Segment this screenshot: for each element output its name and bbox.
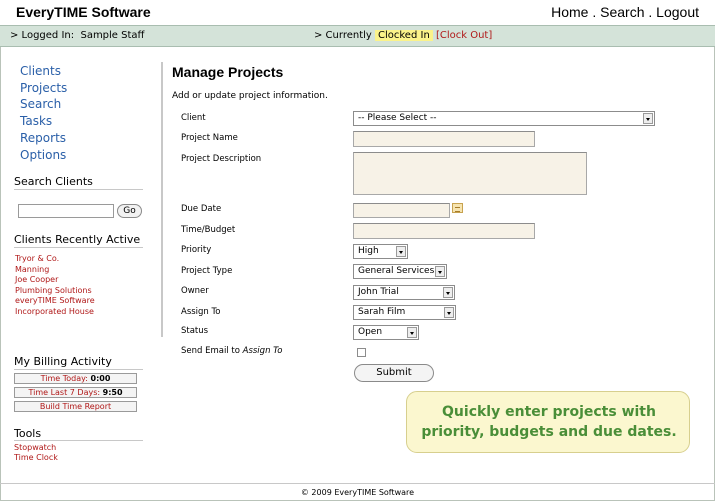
chevron-down-icon [396, 246, 406, 257]
owner-label: Owner [181, 286, 209, 296]
owner-select[interactable]: John Trial [353, 285, 455, 300]
status-label: Status [181, 326, 209, 336]
project-type-label: Project Type [181, 266, 233, 276]
status-select[interactable]: Open [353, 325, 419, 340]
top-nav: Home . Search . Logout [551, 4, 699, 20]
recent-client-link[interactable]: Joe Cooper [15, 275, 95, 286]
nav-tasks[interactable]: Tasks [20, 113, 67, 130]
recent-clients-list: Tryor & Co. Manning Joe Cooper Plumbing … [15, 254, 95, 318]
currently-label: > Currently [314, 30, 372, 41]
nav-projects[interactable]: Projects [20, 80, 67, 97]
time-today-value: 0:00 [90, 374, 111, 383]
build-report-button[interactable]: Build Time Report [14, 401, 137, 412]
nav-clients[interactable]: Clients [20, 63, 67, 80]
page-description: Add or update project information. [172, 91, 328, 101]
search-clients-input[interactable] [18, 204, 114, 218]
calendar-icon[interactable] [452, 203, 463, 213]
top-bar: EveryTIME Software Home . Search . Logou… [0, 0, 715, 25]
time-today-button[interactable]: Time Today: 0:00 [14, 373, 137, 384]
client-select-value: -- Please Select -- [358, 113, 437, 123]
footer-divider [0, 483, 715, 484]
project-description-label: Project Description [181, 154, 262, 164]
chevron-down-icon [643, 113, 653, 124]
stopwatch-link[interactable]: Stopwatch [14, 443, 58, 453]
main-nav: Clients Projects Search Tasks Reports Op… [20, 63, 67, 163]
clock-status: > Currently Clocked In [Clock Out] [314, 30, 492, 41]
time-week-label: Time Last 7 Days: [28, 388, 101, 397]
time-clock-link[interactable]: Time Clock [14, 453, 58, 463]
priority-select-value: High [358, 246, 379, 256]
billing-heading: My Billing Activity [14, 355, 112, 368]
logged-in-label: > Logged In: [10, 30, 75, 41]
nav-separator: . [648, 4, 653, 20]
divider [14, 369, 143, 370]
time-budget-label: Time/Budget [181, 225, 236, 235]
time-week-button[interactable]: Time Last 7 Days: 9:50 [14, 387, 137, 398]
recent-client-link[interactable]: everyTIME Software [15, 296, 95, 307]
recent-client-link[interactable]: Manning [15, 265, 95, 276]
build-report-label: Build Time Report [39, 402, 112, 411]
divider [14, 440, 143, 441]
assign-to-select-value: Sarah Film [358, 307, 406, 317]
time-week-value: 9:50 [102, 388, 123, 397]
feature-callout: Quickly enter projects with priority, bu… [406, 391, 690, 453]
search-clients-heading: Search Clients [14, 175, 93, 188]
chevron-down-icon [435, 266, 445, 277]
logged-in-status: > Logged In: Sample Staff [10, 30, 144, 41]
client-select[interactable]: -- Please Select -- [353, 111, 655, 126]
assign-to-label: Assign To [181, 307, 221, 317]
divider [14, 189, 143, 190]
callout-line-2: priority, budgets and due dates. [421, 424, 677, 440]
priority-select[interactable]: High [353, 244, 408, 259]
client-label: Client [181, 113, 206, 123]
app-title: EveryTIME Software [16, 4, 151, 20]
project-name-input[interactable] [353, 131, 535, 147]
recent-clients-heading: Clients Recently Active [14, 233, 141, 246]
send-email-label-emphasis: Assign To [242, 346, 283, 356]
recent-client-link[interactable]: Plumbing Solutions [15, 286, 95, 297]
chevron-down-icon [444, 307, 454, 318]
assign-to-select[interactable]: Sarah Film [353, 305, 456, 320]
home-link[interactable]: Home [551, 4, 588, 20]
project-name-label: Project Name [181, 133, 238, 143]
send-email-label: Send Email to Assign To [181, 346, 283, 356]
divider [14, 247, 143, 248]
sidebar: Clients Projects Search Tasks Reports Op… [0, 47, 160, 477]
nav-search[interactable]: Search [20, 96, 67, 113]
send-email-checkbox[interactable] [357, 348, 366, 357]
nav-separator: . [592, 4, 597, 20]
chevron-down-icon [407, 327, 417, 338]
logged-in-user: Sample Staff [80, 30, 145, 41]
chevron-down-icon [443, 287, 453, 298]
time-today-label: Time Today: [40, 374, 88, 383]
nav-options[interactable]: Options [20, 147, 67, 164]
due-date-label: Due Date [181, 204, 222, 214]
project-description-textarea[interactable] [353, 152, 587, 195]
logout-link[interactable]: Logout [656, 4, 699, 20]
due-date-input[interactable] [353, 203, 450, 218]
search-link[interactable]: Search [600, 4, 644, 20]
clocked-in-badge: Clocked In [375, 30, 433, 41]
project-type-select[interactable]: General Services [353, 264, 447, 279]
tools-list: Stopwatch Time Clock [14, 443, 58, 463]
recent-client-link[interactable]: Incorporated House [15, 307, 95, 318]
submit-button[interactable]: Submit [354, 364, 434, 382]
send-email-label-text: Send Email to [181, 346, 240, 356]
nav-reports[interactable]: Reports [20, 130, 67, 147]
go-button[interactable]: Go [117, 204, 142, 218]
status-select-value: Open [358, 327, 383, 337]
vertical-divider [161, 62, 163, 337]
status-bar: > Logged In: Sample Staff > Currently Cl… [0, 25, 715, 47]
page-title: Manage Projects [172, 64, 284, 80]
recent-client-link[interactable]: Tryor & Co. [15, 254, 95, 265]
owner-select-value: John Trial [358, 287, 399, 297]
footer-copyright: © 2009 EveryTIME Software [300, 488, 415, 497]
tools-heading: Tools [14, 427, 42, 440]
project-type-select-value: General Services [358, 266, 435, 276]
clock-out-link[interactable]: [Clock Out] [436, 30, 492, 41]
priority-label: Priority [181, 245, 212, 255]
callout-line-1: Quickly enter projects with [442, 404, 656, 420]
time-budget-input[interactable] [353, 223, 535, 239]
